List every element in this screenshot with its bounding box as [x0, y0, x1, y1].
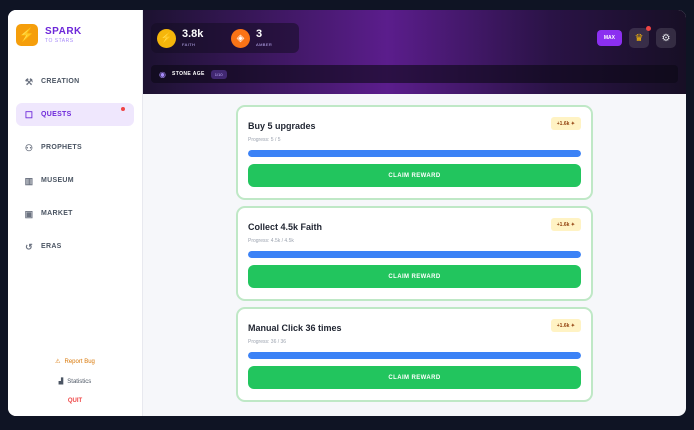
- app-window: ⚡ SPARK TO STARS ⚒ CREATION ☐ QUESTS ⚇ P…: [8, 10, 686, 416]
- quest-progress-bar: [248, 251, 581, 258]
- amber-value: 3: [256, 28, 263, 40]
- quit-button[interactable]: QUIT: [68, 398, 82, 404]
- settings-button[interactable]: ⚙: [656, 28, 676, 48]
- quest-reward-badge: +1.6k ✦: [550, 319, 581, 332]
- top-header: ⚡ 3.8k FAITH ◈ 3 AMBER MAX ♛ ⚙ ◉ STONE A…: [143, 10, 686, 94]
- header-actions: MAX ♛ ⚙: [596, 26, 676, 48]
- quest-progress-bar: [248, 150, 581, 157]
- quest-title: Manual Click 36 times: [248, 323, 342, 333]
- notification-dot: [646, 26, 651, 31]
- quest-reward-badge: +1.6k ✦: [550, 218, 581, 231]
- sidebar: ⚡ SPARK TO STARS ⚒ CREATION ☐ QUESTS ⚇ P…: [8, 10, 143, 416]
- history-icon: ↺: [25, 241, 33, 252]
- lightning-icon: ⚡: [157, 28, 176, 48]
- report-bug-link[interactable]: ⚠ Report Bug: [55, 358, 95, 366]
- hammer-icon: ⚒: [24, 76, 34, 87]
- sidebar-item-prophets[interactable]: ⚇ PROPHETS: [16, 136, 134, 159]
- brand-name: SPARK: [45, 25, 82, 37]
- quest-progress-text: Progress: 4.5k / 4.5k: [248, 238, 294, 244]
- people-icon: ⚇: [24, 142, 34, 153]
- faith-resource: ⚡ 3.8k FAITH: [151, 28, 225, 48]
- faith-value: 3.8k: [182, 28, 204, 40]
- era-bar: ◉ STONE AGE 1/10: [151, 65, 678, 83]
- sidebar-item-label: MUSEUM: [41, 177, 74, 184]
- trophy-button[interactable]: ♛: [629, 26, 651, 48]
- quest-list: Buy 5 upgrades +1.6k ✦ Progress: 5 / 5 C…: [236, 105, 593, 402]
- report-bug-label: Report Bug: [64, 358, 95, 365]
- brand: ⚡ SPARK TO STARS: [16, 20, 134, 50]
- trophy-icon: ♛: [634, 32, 644, 44]
- sidebar-footer: ⚠ Report Bug ▟ Statistics QUIT: [8, 358, 142, 405]
- quest-card: Collect 4.5k Faith +1.6k ✦ Progress: 4.5…: [236, 206, 593, 301]
- sidebar-item-label: PROPHETS: [41, 144, 82, 151]
- quest-title: Collect 4.5k Faith: [248, 222, 323, 232]
- sidebar-item-market[interactable]: ▣ MARKET: [16, 202, 134, 225]
- quest-progress-fill: [248, 150, 581, 157]
- sidebar-nav: ⚒ CREATION ☐ QUESTS ⚇ PROPHETS ▥ MUSEUM …: [16, 70, 134, 258]
- amber-label: AMBER: [256, 42, 273, 47]
- chart-icon: ▟: [58, 379, 64, 385]
- gem-icon: ◈: [231, 28, 250, 48]
- bug-icon: ⚠: [55, 359, 61, 365]
- claim-reward-button[interactable]: CLAIM REWARD: [248, 265, 581, 288]
- sidebar-item-creation[interactable]: ⚒ CREATION: [16, 70, 134, 93]
- max-button[interactable]: MAX: [596, 30, 622, 46]
- quest-progress-fill: [248, 352, 581, 359]
- gear-icon: ⚙: [661, 32, 671, 44]
- sidebar-item-quests[interactable]: ☐ QUESTS: [16, 103, 134, 126]
- amber-resource: ◈ 3 AMBER: [225, 28, 299, 48]
- sidebar-item-label: QUESTS: [41, 111, 72, 118]
- main-content: ⚡ 3.8k FAITH ◈ 3 AMBER MAX ♛ ⚙ ◉ STONE A…: [143, 10, 686, 416]
- sidebar-item-label: CREATION: [41, 78, 80, 85]
- faith-label: FAITH: [182, 42, 196, 47]
- museum-icon: ▥: [24, 175, 34, 186]
- quest-title: Buy 5 upgrades: [248, 121, 316, 131]
- quest-progress-text: Progress: 5 / 5: [248, 137, 281, 143]
- claim-reward-button[interactable]: CLAIM REWARD: [248, 366, 581, 389]
- statistics-link[interactable]: ▟ Statistics: [58, 378, 92, 386]
- shop-icon: ▣: [24, 208, 34, 219]
- quest-progress-bar: [248, 352, 581, 359]
- quest-reward-badge: +1.6k ✦: [550, 117, 581, 130]
- quest-card: Manual Click 36 times +1.6k ✦ Progress: …: [236, 307, 593, 402]
- sidebar-item-label: MARKET: [41, 210, 73, 217]
- notification-dot: [121, 107, 125, 111]
- sidebar-item-museum[interactable]: ▥ MUSEUM: [16, 169, 134, 192]
- brand-subtitle: TO STARS: [45, 37, 74, 44]
- quest-scroll-icon: ☐: [24, 109, 34, 120]
- claim-reward-button[interactable]: CLAIM REWARD: [248, 164, 581, 187]
- lightning-logo-icon: ⚡: [16, 24, 38, 46]
- statistics-label: Statistics: [67, 378, 92, 385]
- quest-progress-fill: [248, 251, 581, 258]
- era-tag: 1/10: [210, 69, 227, 79]
- sidebar-item-label: ERAS: [41, 243, 62, 250]
- quest-progress-text: Progress: 36 / 36: [248, 339, 287, 345]
- resources-panel: ⚡ 3.8k FAITH ◈ 3 AMBER: [151, 23, 299, 53]
- quest-card: Buy 5 upgrades +1.6k ✦ Progress: 5 / 5 C…: [236, 105, 593, 200]
- quit-label: QUIT: [67, 398, 83, 404]
- sidebar-item-eras[interactable]: ↺ ERAS: [16, 235, 134, 258]
- era-name: STONE AGE: [171, 71, 205, 77]
- era-icon: ◉: [159, 69, 166, 79]
